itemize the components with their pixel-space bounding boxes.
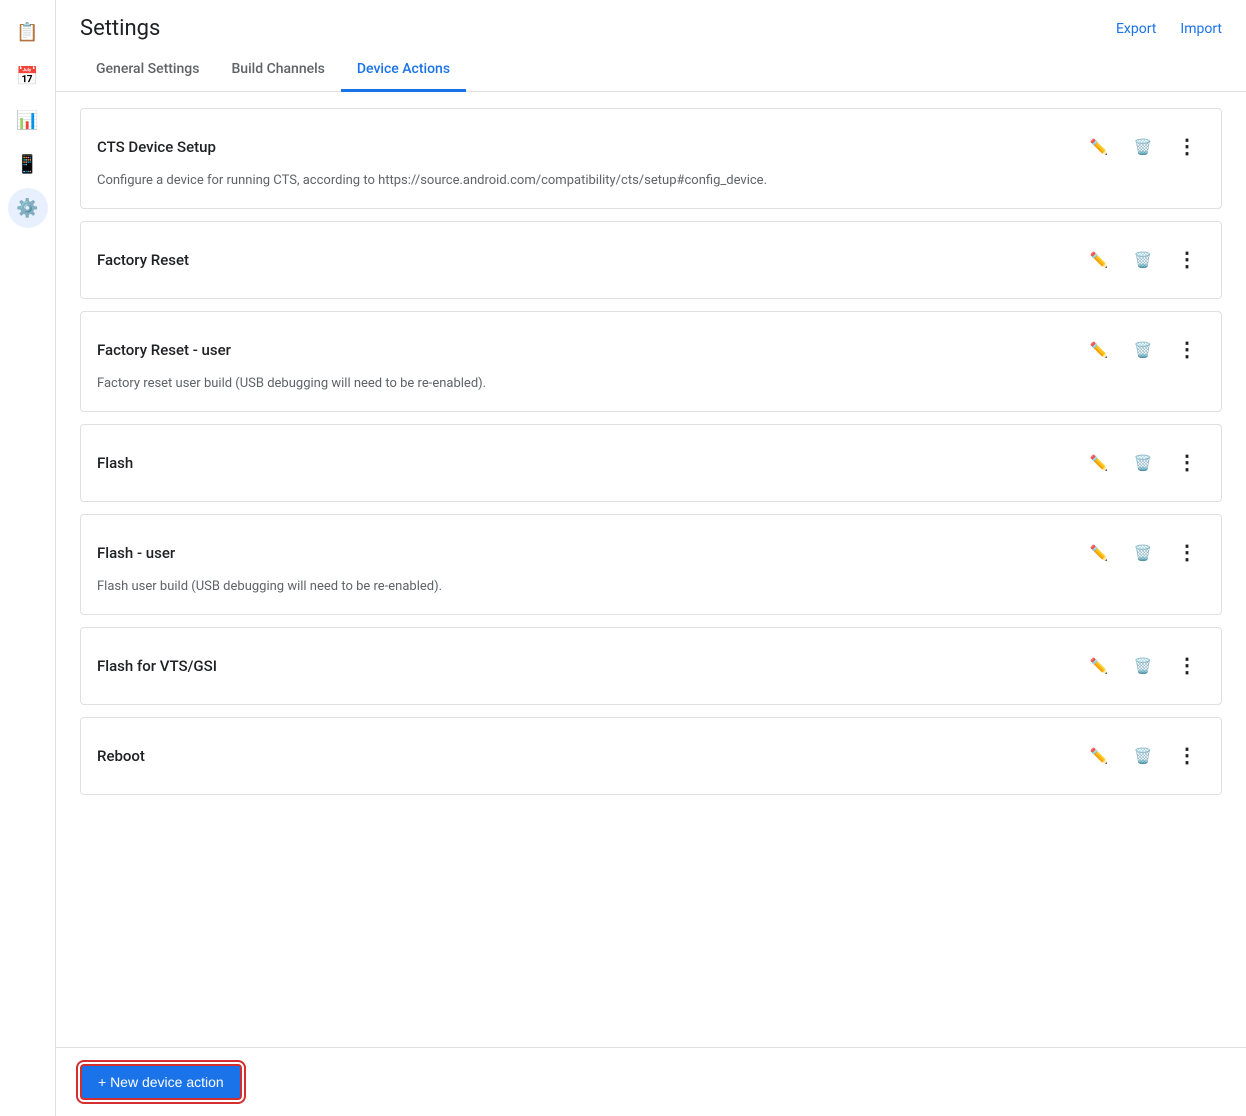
action-card-reboot: Reboot ✏️ 🗑️ ⋮ bbox=[80, 717, 1222, 795]
pencil-icon: ✏️ bbox=[1090, 138, 1109, 156]
more-icon: ⋮ bbox=[1177, 543, 1197, 563]
more-button-flash[interactable]: ⋮ bbox=[1169, 445, 1205, 481]
delete-button-flash-vts-gsi[interactable]: 🗑️ bbox=[1125, 648, 1161, 684]
action-card-flash-user: Flash - user ✏️ 🗑️ ⋮ Flash user build (USB d… bbox=[80, 514, 1222, 615]
action-title-cts-device-setup: CTS Device Setup bbox=[97, 138, 216, 156]
edit-button-flash-user[interactable]: ✏️ bbox=[1081, 535, 1117, 571]
trash-icon: 🗑️ bbox=[1134, 747, 1153, 765]
delete-button-cts-device-setup[interactable]: 🗑️ bbox=[1125, 129, 1161, 165]
pencil-icon: ✏️ bbox=[1090, 251, 1109, 269]
sidebar-item-phone[interactable]: 📱 bbox=[8, 144, 48, 184]
import-button[interactable]: Import bbox=[1180, 21, 1222, 37]
action-title-flash-user: Flash - user bbox=[97, 544, 175, 562]
edit-button-reboot[interactable]: ✏️ bbox=[1081, 738, 1117, 774]
trash-icon: 🗑️ bbox=[1134, 454, 1153, 472]
edit-button-cts-device-setup[interactable]: ✏️ bbox=[1081, 129, 1117, 165]
more-icon: ⋮ bbox=[1177, 250, 1197, 270]
calendar-icon: 📅 bbox=[16, 66, 38, 87]
action-title-flash-vts-gsi: Flash for VTS/GSI bbox=[97, 657, 217, 675]
main-content: Settings Export Import General Settings … bbox=[56, 0, 1246, 1116]
delete-button-flash[interactable]: 🗑️ bbox=[1125, 445, 1161, 481]
sidebar-item-chart[interactable]: 📊 bbox=[8, 100, 48, 140]
export-button[interactable]: Export bbox=[1116, 21, 1156, 37]
trash-icon: 🗑️ bbox=[1134, 657, 1153, 675]
edit-button-factory-reset[interactable]: ✏️ bbox=[1081, 242, 1117, 278]
action-title-flash: Flash bbox=[97, 454, 133, 472]
action-card-factory-reset: Factory Reset ✏️ 🗑️ ⋮ bbox=[80, 221, 1222, 299]
content-area: CTS Device Setup ✏️ 🗑️ ⋮ Configure a device … bbox=[56, 92, 1246, 1116]
action-title-factory-reset-user: Factory Reset - user bbox=[97, 341, 231, 359]
delete-button-factory-reset-user[interactable]: 🗑️ bbox=[1125, 332, 1161, 368]
chart-icon: 📊 bbox=[16, 110, 38, 131]
more-button-cts-device-setup[interactable]: ⋮ bbox=[1169, 129, 1205, 165]
more-button-flash-user[interactable]: ⋮ bbox=[1169, 535, 1205, 571]
trash-icon: 🗑️ bbox=[1134, 341, 1153, 359]
sidebar: 📋 📅 📊 📱 ⚙️ bbox=[0, 0, 56, 1116]
sidebar-item-calendar[interactable]: 📅 bbox=[8, 56, 48, 96]
tab-device-actions[interactable]: Device Actions bbox=[341, 49, 466, 92]
pencil-icon: ✏️ bbox=[1090, 454, 1109, 472]
more-icon: ⋮ bbox=[1177, 340, 1197, 360]
pencil-icon: ✏️ bbox=[1090, 657, 1109, 675]
action-desc-flash-user: Flash user build (USB debugging will nee… bbox=[97, 579, 1205, 594]
pencil-icon: ✏️ bbox=[1090, 747, 1109, 765]
more-icon: ⋮ bbox=[1177, 453, 1197, 473]
pencil-icon: ✏️ bbox=[1090, 544, 1109, 562]
action-title-factory-reset: Factory Reset bbox=[97, 251, 189, 269]
sidebar-item-clipboard[interactable]: 📋 bbox=[8, 12, 48, 52]
page-title: Settings bbox=[80, 16, 160, 41]
phone-icon: 📱 bbox=[16, 154, 38, 175]
tabs: General Settings Build Channels Device A… bbox=[56, 49, 1246, 92]
edit-button-flash-vts-gsi[interactable]: ✏️ bbox=[1081, 648, 1117, 684]
action-card-factory-reset-user: Factory Reset - user ✏️ 🗑️ ⋮ Factory reset u… bbox=[80, 311, 1222, 412]
trash-icon: 🗑️ bbox=[1134, 544, 1153, 562]
action-desc-cts-device-setup: Configure a device for running CTS, acco… bbox=[97, 173, 1205, 188]
more-icon: ⋮ bbox=[1177, 137, 1197, 157]
action-desc-factory-reset-user: Factory reset user build (USB debugging … bbox=[97, 376, 1205, 391]
trash-icon: 🗑️ bbox=[1134, 251, 1153, 269]
delete-button-factory-reset[interactable]: 🗑️ bbox=[1125, 242, 1161, 278]
delete-button-reboot[interactable]: 🗑️ bbox=[1125, 738, 1161, 774]
header-actions: Export Import bbox=[1116, 21, 1222, 37]
bottom-bar: + New device action bbox=[56, 1047, 1246, 1116]
action-card-flash: Flash ✏️ 🗑️ ⋮ bbox=[80, 424, 1222, 502]
action-card-flash-vts-gsi: Flash for VTS/GSI ✏️ 🗑️ ⋮ bbox=[80, 627, 1222, 705]
delete-button-flash-user[interactable]: 🗑️ bbox=[1125, 535, 1161, 571]
settings-icon: ⚙️ bbox=[16, 198, 38, 219]
action-card-cts-device-setup: CTS Device Setup ✏️ 🗑️ ⋮ Configure a device … bbox=[80, 108, 1222, 209]
edit-button-factory-reset-user[interactable]: ✏️ bbox=[1081, 332, 1117, 368]
more-button-factory-reset-user[interactable]: ⋮ bbox=[1169, 332, 1205, 368]
more-icon: ⋮ bbox=[1177, 656, 1197, 676]
header: Settings Export Import bbox=[56, 0, 1246, 41]
tab-build-channels[interactable]: Build Channels bbox=[215, 49, 340, 92]
more-icon: ⋮ bbox=[1177, 746, 1197, 766]
more-button-factory-reset[interactable]: ⋮ bbox=[1169, 242, 1205, 278]
new-device-action-button[interactable]: + New device action bbox=[80, 1064, 242, 1100]
edit-button-flash[interactable]: ✏️ bbox=[1081, 445, 1117, 481]
tab-general-settings[interactable]: General Settings bbox=[80, 49, 215, 92]
sidebar-item-settings[interactable]: ⚙️ bbox=[8, 188, 48, 228]
more-button-flash-vts-gsi[interactable]: ⋮ bbox=[1169, 648, 1205, 684]
more-button-reboot[interactable]: ⋮ bbox=[1169, 738, 1205, 774]
trash-icon: 🗑️ bbox=[1134, 138, 1153, 156]
pencil-icon: ✏️ bbox=[1090, 341, 1109, 359]
action-title-reboot: Reboot bbox=[97, 747, 145, 765]
clipboard-icon: 📋 bbox=[16, 22, 38, 43]
